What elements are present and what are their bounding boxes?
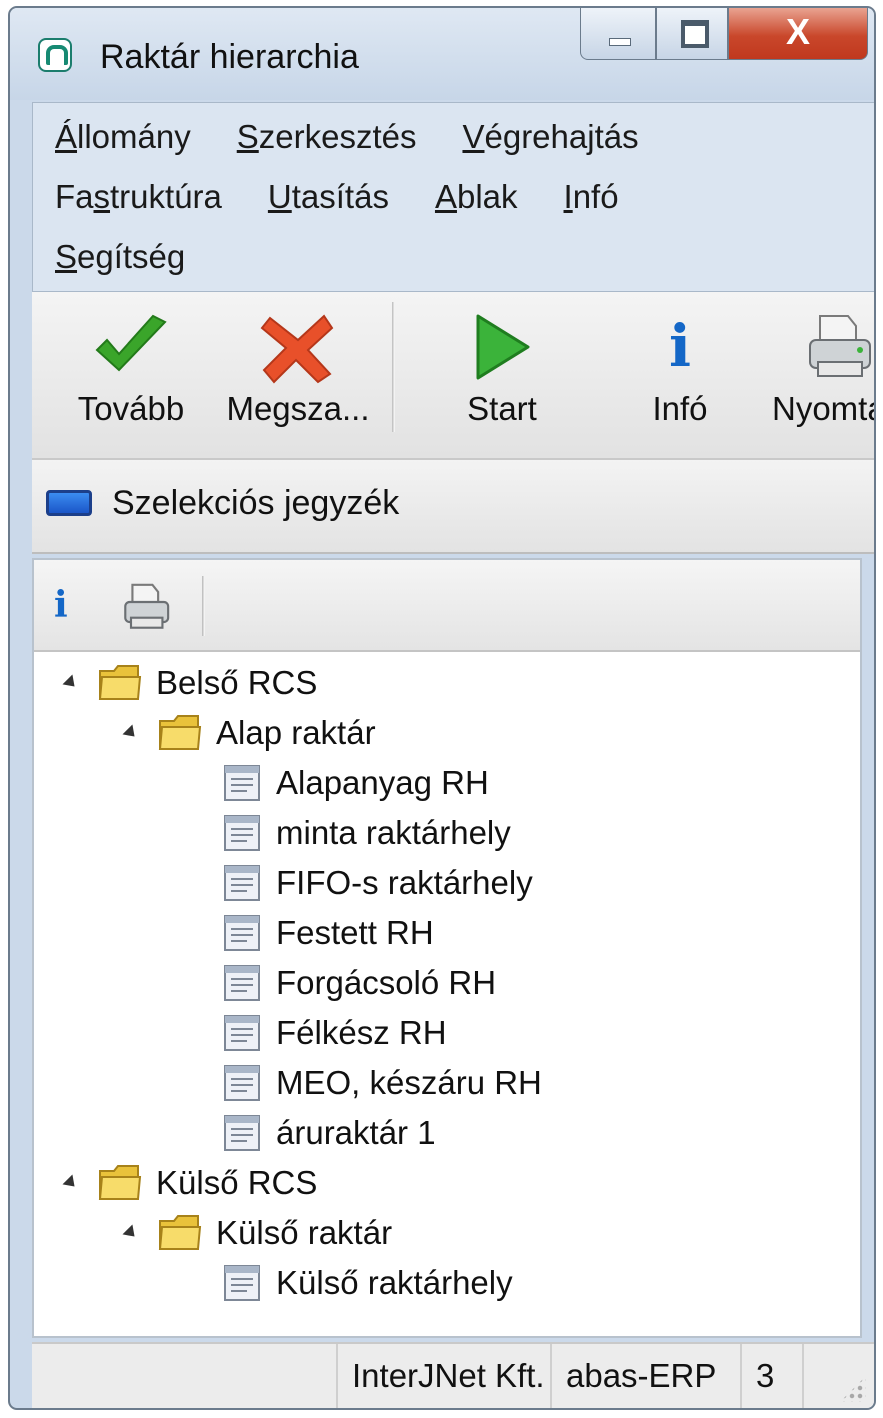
tree-leaf-item[interactable]: MEO, készáru RH — [222, 1058, 542, 1108]
tree-node-belso-rcs[interactable]: Belső RCS — [62, 658, 317, 708]
checkmark-icon — [95, 314, 167, 372]
maximize-icon — [681, 20, 709, 48]
document-icon — [224, 765, 260, 801]
document-icon — [224, 1265, 260, 1301]
megszakit-button[interactable]: Megsza... — [218, 292, 378, 452]
selection-bar[interactable]: Szelekciós jegyzék — [32, 460, 874, 554]
toolbar-separator — [392, 302, 395, 432]
menu-ablak[interactable]: Ablak — [435, 178, 518, 216]
tovabb-label: Tovább — [77, 390, 185, 427]
menu-info[interactable]: Infó — [564, 178, 619, 216]
maximize-button[interactable] — [656, 8, 728, 60]
document-icon — [224, 1065, 260, 1101]
document-icon — [224, 1015, 260, 1051]
expand-arrow-icon[interactable] — [62, 1174, 80, 1192]
tree-leaf-item[interactable]: Külső raktárhely — [222, 1258, 513, 1308]
folder-icon — [158, 1215, 202, 1250]
tree-leaf-label: Külső raktárhely — [276, 1264, 513, 1301]
tree-leaf-item[interactable]: Félkész RH — [222, 1008, 447, 1058]
tree-leaf-item[interactable]: minta raktárhely — [222, 808, 511, 858]
tree-leaf-label: Félkész RH — [276, 1014, 447, 1051]
menu-vegrehajtas[interactable]: Végrehajtás — [462, 118, 638, 156]
tree-leaf-item[interactable]: Festett RH — [222, 908, 434, 958]
warehouse-tree: Belső RCS Alap raktár Alapanyag RH minta … — [34, 654, 860, 1336]
tree-node-alap-raktar[interactable]: Alap raktár — [122, 708, 376, 758]
menu-segitseg[interactable]: Segítség — [55, 238, 185, 276]
tree-leaf-label: minta raktárhely — [276, 814, 511, 851]
info-label: Infó — [652, 390, 708, 427]
tree-node-kulso-rcs[interactable]: Külső RCS — [62, 1158, 317, 1208]
status-bar: InterJNet Kft. abas-ERP 3 — [32, 1342, 874, 1408]
tree-leaf-item[interactable]: FIFO-s raktárhely — [222, 858, 533, 908]
menu-szerkesztes[interactable]: Szerkesztés — [237, 118, 417, 156]
panel-info-icon[interactable]: i — [54, 584, 68, 626]
start-label: Start — [467, 390, 537, 427]
tree-leaf-item[interactable]: Forgácsoló RH — [222, 958, 496, 1008]
play-icon — [476, 314, 530, 380]
menu-fastruktura[interactable]: Fastruktúra — [55, 178, 222, 216]
start-button[interactable]: Start — [432, 292, 572, 452]
main-toolbar: Tovább Megsza... Start i Infó Nyomt — [32, 292, 874, 460]
tovabb-button[interactable]: Tovább — [56, 292, 206, 452]
selection-list-icon — [46, 490, 92, 516]
nyomtat-button[interactable]: Nyomta — [762, 292, 874, 452]
folder-icon — [158, 715, 202, 750]
tree-leaf-item[interactable]: áruraktár 1 — [222, 1108, 436, 1158]
expand-arrow-icon[interactable] — [62, 674, 80, 692]
menu-utasitas[interactable]: Utasítás — [268, 178, 389, 216]
app-icon[interactable] — [38, 38, 72, 72]
tree-leaf-label: Festett RH — [276, 914, 434, 951]
menu-row-1: Állomány Szerkesztés Végrehajtás — [55, 107, 874, 167]
document-icon — [224, 915, 260, 951]
minimize-icon — [609, 38, 631, 46]
menu-bar: Állomány Szerkesztés Végrehajtás Fastruk… — [32, 102, 874, 292]
close-button[interactable]: X — [728, 8, 868, 60]
tree-leaf-label: MEO, készáru RH — [276, 1064, 542, 1101]
expand-arrow-icon[interactable] — [122, 724, 140, 742]
menu-row-2: Fastruktúra Utasítás Ablak Infó — [55, 167, 874, 227]
tree-leaf-label: Alapanyag RH — [276, 764, 489, 801]
tree-leaf-item[interactable]: Alapanyag RH — [222, 758, 489, 808]
tree-leaf-label: FIFO-s raktárhely — [276, 864, 533, 901]
document-icon — [224, 815, 260, 851]
selection-label: Szelekciós jegyzék — [112, 484, 400, 522]
tree-leaf-label: áruraktár 1 — [276, 1114, 436, 1151]
panel-toolbar: i — [34, 560, 860, 652]
document-icon — [224, 965, 260, 1001]
panel-toolbar-separator — [202, 576, 205, 636]
expand-arrow-icon[interactable] — [122, 1224, 140, 1242]
status-company: InterJNet Kft. — [336, 1344, 550, 1408]
info-icon: i — [668, 312, 692, 380]
app-window: Raktár hierarchia X Állomány Szerkesztés… — [8, 6, 876, 1410]
minimize-button[interactable] — [580, 8, 656, 60]
cross-icon — [260, 314, 334, 384]
tree-leaf-label: Forgácsoló RH — [276, 964, 497, 1001]
document-icon — [224, 865, 260, 901]
title-bar[interactable]: Raktár hierarchia X — [10, 8, 874, 100]
close-icon: X — [785, 11, 810, 52]
menu-allomany[interactable]: Állomány — [55, 118, 191, 156]
megszakit-label: Megsza... — [226, 390, 370, 427]
tree-panel: i Belső RCS Alap raktár Alapanyag RH mint… — [32, 558, 862, 1338]
window-controls: X — [580, 8, 868, 68]
printer-icon — [809, 315, 871, 377]
document-icon — [224, 1115, 260, 1151]
panel-printer-icon[interactable] — [120, 582, 172, 632]
status-product: abas-ERP — [550, 1344, 740, 1408]
folder-icon — [98, 1165, 142, 1200]
info-button[interactable]: i Infó — [610, 292, 750, 452]
nyomtat-label: Nyomta — [772, 390, 874, 427]
status-count: 3 — [740, 1344, 802, 1408]
folder-icon — [98, 665, 142, 700]
tree-node-kulso-raktar[interactable]: Külső raktár — [122, 1208, 392, 1258]
window-title: Raktár hierarchia — [100, 38, 359, 76]
menu-row-3: Segítség — [55, 227, 874, 287]
